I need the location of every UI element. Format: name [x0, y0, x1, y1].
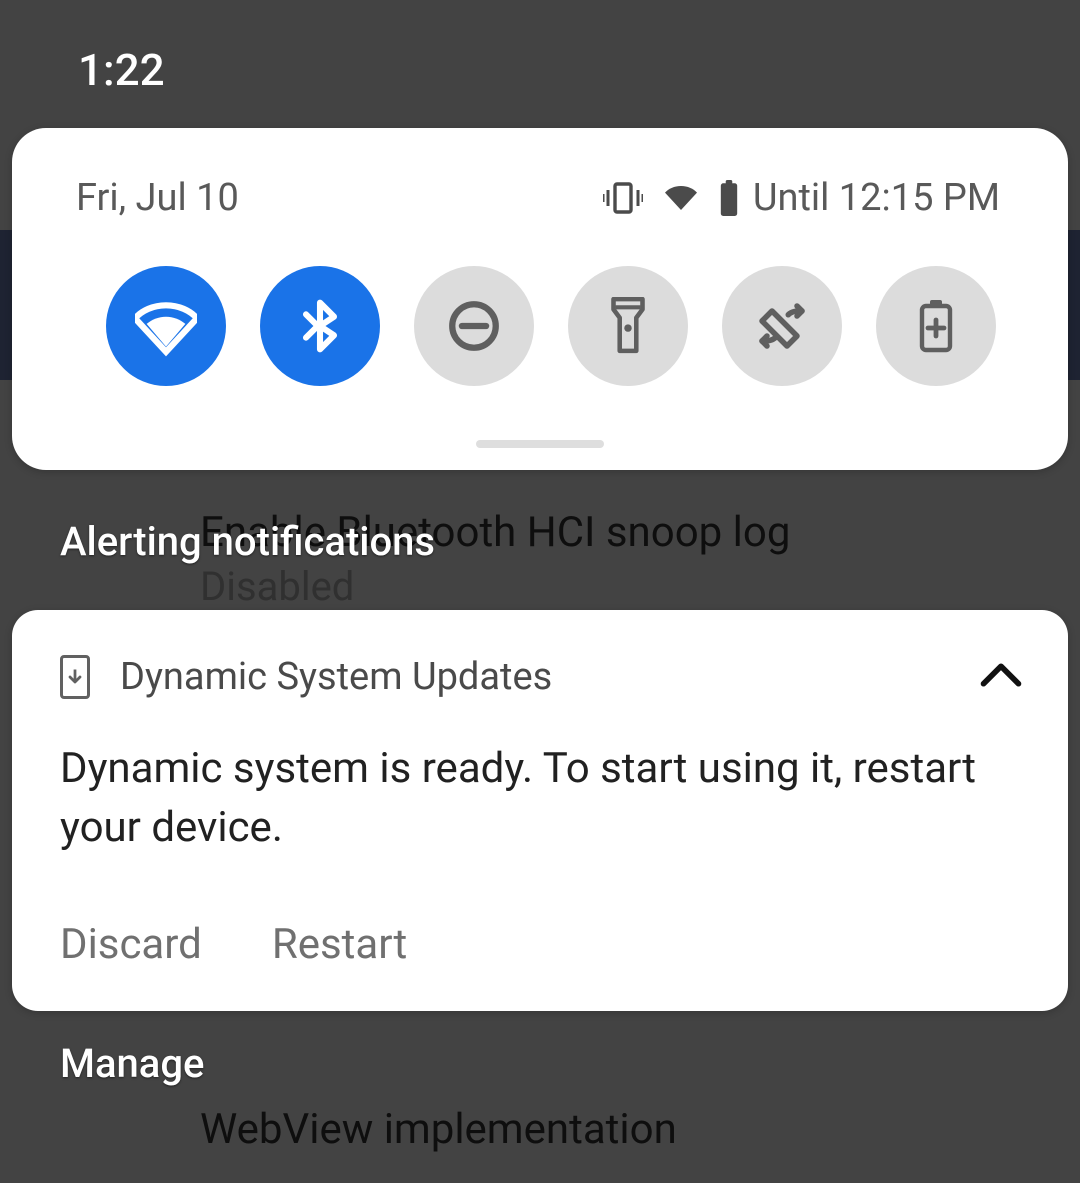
- discard-button[interactable]: Discard: [60, 920, 202, 969]
- qs-date: Fri, Jul 10: [76, 176, 239, 220]
- do-not-disturb-icon: [445, 297, 503, 355]
- auto-rotate-icon: [752, 296, 812, 356]
- notification-app-name: Dynamic System Updates: [120, 655, 552, 699]
- qs-until-label: Until 12:15 PM: [753, 176, 1000, 220]
- qs-bluetooth-tile[interactable]: [260, 266, 380, 386]
- notification-actions: Discard Restart: [60, 920, 1026, 969]
- notification-body: Dynamic system is ready. To start using …: [60, 740, 1026, 858]
- notification-card[interactable]: Dynamic System Updates Dynamic system is…: [12, 610, 1068, 1011]
- collapse-button[interactable]: [976, 652, 1026, 702]
- notification-header: Dynamic System Updates: [60, 652, 1026, 702]
- qs-wifi-tile[interactable]: [106, 266, 226, 386]
- status-icons: [603, 180, 739, 216]
- qs-expand-handle[interactable]: [476, 440, 604, 448]
- qs-battery-saver-tile[interactable]: [876, 266, 996, 386]
- flashlight-icon: [604, 297, 652, 355]
- alerting-section-label: Alerting notifications: [60, 518, 435, 565]
- battery-icon: [719, 180, 739, 216]
- bluetooth-icon: [292, 298, 348, 354]
- quick-settings-tiles: [12, 218, 1068, 386]
- background-setting-title: WebView implementation: [200, 1105, 677, 1154]
- qs-flashlight-tile[interactable]: [568, 266, 688, 386]
- restart-button[interactable]: Restart: [272, 920, 407, 969]
- manage-button[interactable]: Manage: [60, 1040, 204, 1087]
- qs-autorotate-tile[interactable]: [722, 266, 842, 386]
- vibrate-icon: [603, 182, 643, 214]
- battery-saver-icon: [916, 298, 956, 354]
- quick-settings-panel: Fri, Jul 10 Until 12:15 PM: [12, 128, 1068, 470]
- quick-settings-header: Fri, Jul 10 Until 12:15 PM: [12, 178, 1068, 218]
- wifi-icon: [135, 295, 197, 357]
- chevron-up-icon: [980, 662, 1022, 692]
- background-setting-subtitle: Disabled: [200, 563, 790, 610]
- qs-dnd-tile[interactable]: [414, 266, 534, 386]
- status-clock: 1:22: [78, 44, 165, 96]
- system-update-icon: [60, 655, 90, 699]
- background-setting-row: WebView implementation: [200, 1105, 677, 1154]
- wifi-icon: [661, 182, 701, 214]
